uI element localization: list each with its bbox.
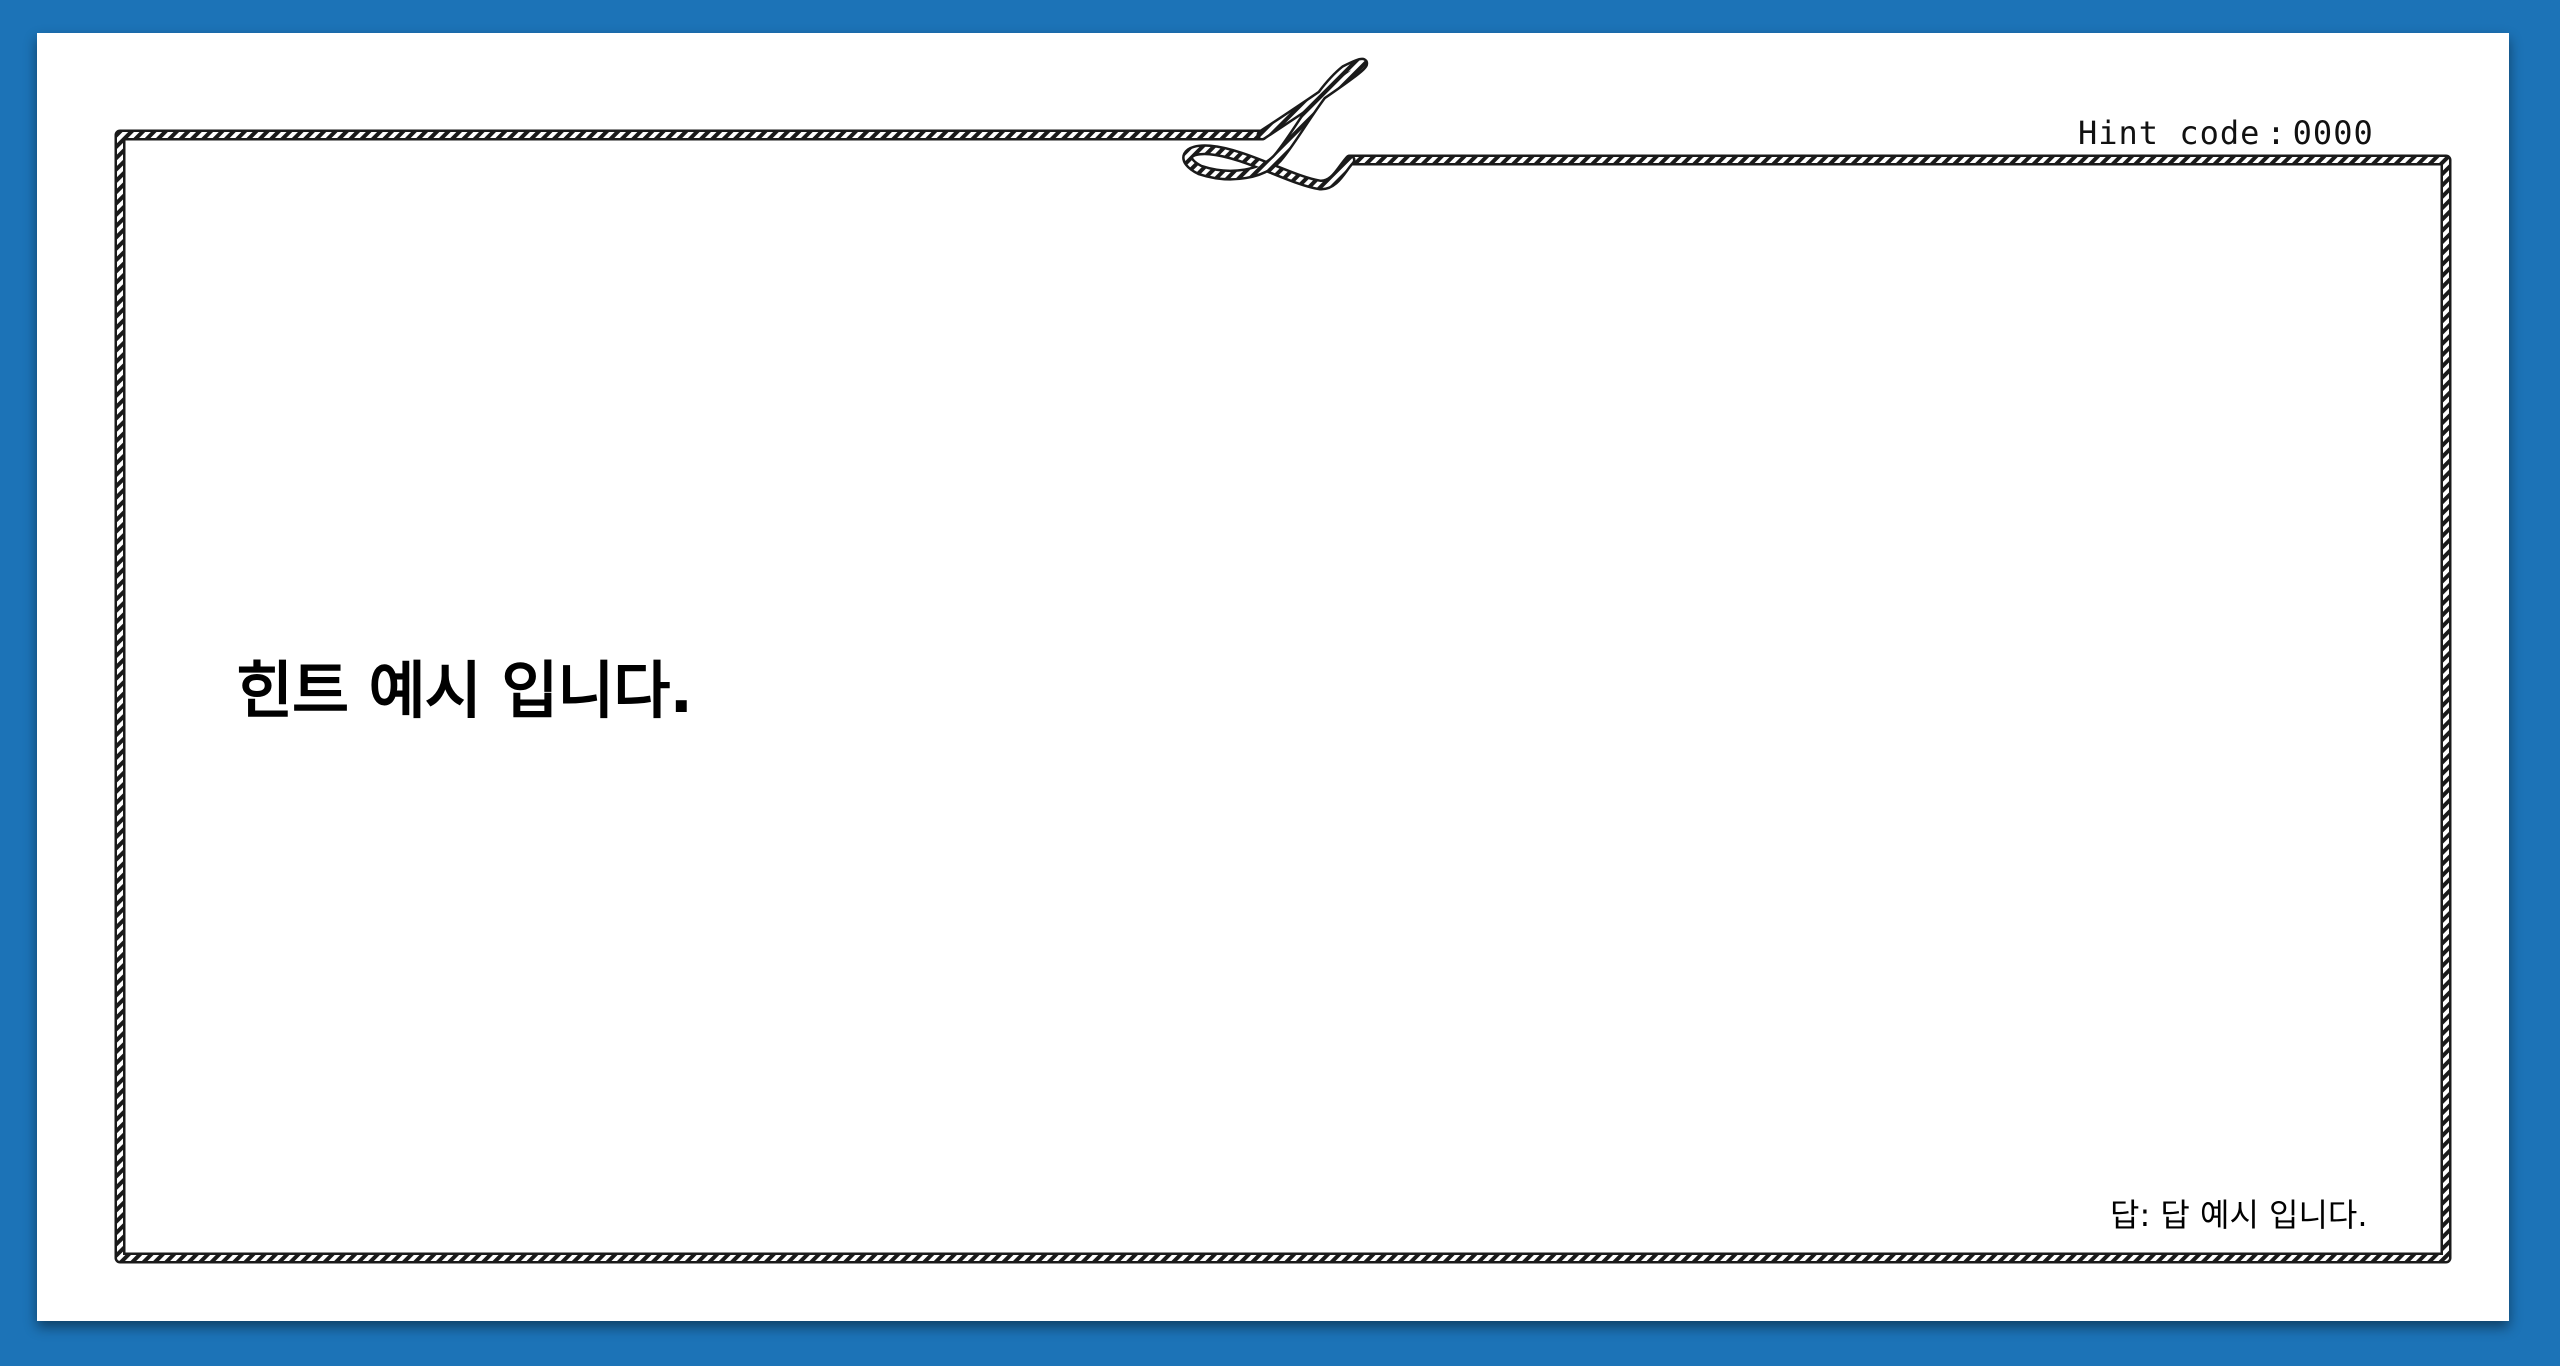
hint-code-separator: :: [2266, 114, 2287, 152]
hint-code: Hint code:0000: [2078, 114, 2374, 152]
answer-text: 답: 답 예시 입니다.: [2110, 1196, 2368, 1234]
hint-code-label: Hint code: [2078, 114, 2261, 152]
hint-viewer: Hint code:0000 힌트 예시 입니다. 답: 답 예시 입니다.: [0, 0, 2560, 1366]
hint-text: 힌트 예시 입니다.: [236, 654, 693, 727]
hint-code-value: 0000: [2292, 114, 2374, 152]
